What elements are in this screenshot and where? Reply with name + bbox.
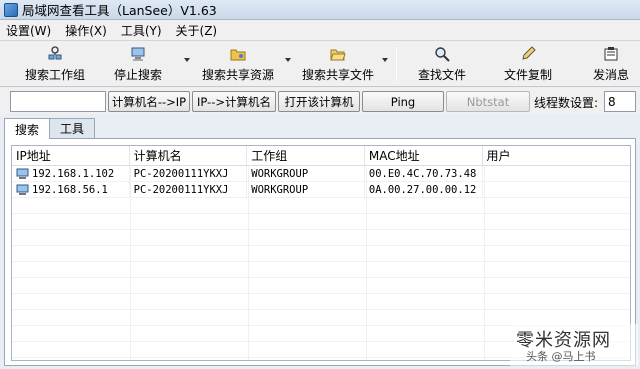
empty-row: [12, 246, 630, 262]
tab-search[interactable]: 搜索: [4, 118, 51, 139]
search-share-dropdown-icon[interactable]: [285, 58, 291, 62]
thread-count-label: 线程数设置:: [534, 96, 599, 110]
tab-strip: 搜索 工具: [4, 118, 96, 139]
computer-icon: [16, 168, 29, 179]
menu-tools[interactable]: 工具(Y): [121, 22, 162, 39]
column-divider: [248, 167, 249, 360]
target-input[interactable]: [10, 91, 106, 112]
column-divider: [484, 167, 485, 360]
find-file-label: 查找文件: [417, 68, 466, 82]
shared-folder-icon: [230, 49, 246, 61]
watermark-sub: 头条 @马上书: [526, 350, 596, 363]
empty-row: [12, 214, 630, 230]
title-bar: 局域网查看工具（LanSee）V1.63: [0, 0, 640, 20]
row-user: [483, 182, 631, 198]
row-workgroup: WORKGROUP: [247, 181, 365, 198]
row-computer-name: PC-20200111YKXJ: [130, 181, 248, 198]
name-to-ip-button[interactable]: 计算机名-->IP: [108, 91, 190, 112]
search-workgroup-button[interactable]: 搜索工作组: [20, 44, 90, 84]
magnifier-icon: [435, 47, 450, 62]
tab-tools[interactable]: 工具: [49, 118, 96, 138]
search-share-file-label: 搜索共享文件: [301, 68, 374, 82]
empty-row: [12, 278, 630, 294]
search-share-file-dropdown-icon[interactable]: [382, 58, 388, 62]
column-ip[interactable]: IP地址: [12, 146, 130, 165]
send-message-label: 发消息: [592, 68, 629, 82]
action-bar: 计算机名-->IP IP-->计算机名 打开该计算机 Ping Nbtstat …: [0, 88, 640, 114]
empty-row: [12, 230, 630, 246]
pencil-icon: [522, 46, 536, 60]
menu-operation[interactable]: 操作(X): [65, 22, 107, 39]
computer-icon: [16, 184, 29, 195]
empty-row: [12, 198, 630, 214]
search-workgroup-label: 搜索工作组: [24, 68, 85, 82]
app-icon: [4, 2, 18, 17]
row-computer-name: PC-20200111YKXJ: [130, 165, 248, 182]
ping-button[interactable]: Ping: [362, 91, 444, 112]
network-search-icon: [48, 46, 62, 60]
menu-about[interactable]: 关于(Z): [176, 22, 218, 39]
column-workgroup[interactable]: 工作组: [247, 146, 365, 165]
message-icon: [604, 47, 618, 61]
row-mac: 0A.00.27.00.00.12: [365, 181, 483, 198]
nbtstat-button[interactable]: Nbtstat: [446, 91, 530, 112]
copy-file-button[interactable]: 文件复制: [500, 44, 556, 84]
copy-file-label: 文件复制: [503, 68, 552, 82]
toolbar: 搜索工作组 停止搜索 搜索共享资源 搜索共享文件 查找文件 文件复制 发消息: [0, 41, 640, 87]
row-ip: 192.168.56.1: [32, 183, 108, 196]
toolbar-separator: [396, 47, 397, 81]
column-computer-name[interactable]: 计算机名: [130, 146, 248, 165]
ip-to-name-button[interactable]: IP-->计算机名: [192, 91, 276, 112]
menu-settings[interactable]: 设置(W): [6, 22, 51, 39]
thread-count-input[interactable]: [604, 91, 636, 112]
find-file-button[interactable]: 查找文件: [414, 44, 470, 84]
column-divider: [366, 167, 367, 360]
stop-search-button[interactable]: 停止搜索: [110, 44, 166, 84]
send-message-button[interactable]: 发消息: [588, 44, 634, 84]
search-share-file-button[interactable]: 搜索共享文件: [300, 44, 376, 84]
row-user: [483, 166, 631, 182]
table-row[interactable]: 192.168.56.1 PC-20200111YKXJ WORKGROUP 0…: [12, 181, 631, 198]
row-ip: 192.168.1.102: [32, 167, 115, 180]
computer-icon: [131, 47, 145, 61]
empty-row: [12, 294, 630, 310]
open-folder-icon: [330, 49, 346, 61]
empty-row: [12, 262, 630, 278]
stop-search-dropdown-icon[interactable]: [184, 58, 190, 62]
list-header: IP地址 计算机名 工作组 MAC地址 用户: [12, 146, 630, 166]
column-divider: [130, 167, 131, 360]
stop-search-label: 停止搜索: [113, 68, 162, 82]
table-row[interactable]: 192.168.1.102 PC-20200111YKXJ WORKGROUP …: [12, 165, 631, 182]
column-mac[interactable]: MAC地址: [365, 146, 483, 165]
search-share-button[interactable]: 搜索共享资源: [200, 44, 276, 84]
watermark: 零米资源网 头条 @马上书: [510, 324, 638, 366]
row-mac: 00.E0.4C.70.73.48: [365, 165, 483, 182]
column-user[interactable]: 用户: [483, 146, 631, 165]
open-computer-button[interactable]: 打开该计算机: [278, 91, 360, 112]
window-title: 局域网查看工具（LanSee）V1.63: [22, 3, 217, 18]
search-share-label: 搜索共享资源: [201, 68, 274, 82]
menu-bar: 设置(W) 操作(X) 工具(Y) 关于(Z): [0, 20, 640, 41]
row-workgroup: WORKGROUP: [247, 165, 365, 182]
